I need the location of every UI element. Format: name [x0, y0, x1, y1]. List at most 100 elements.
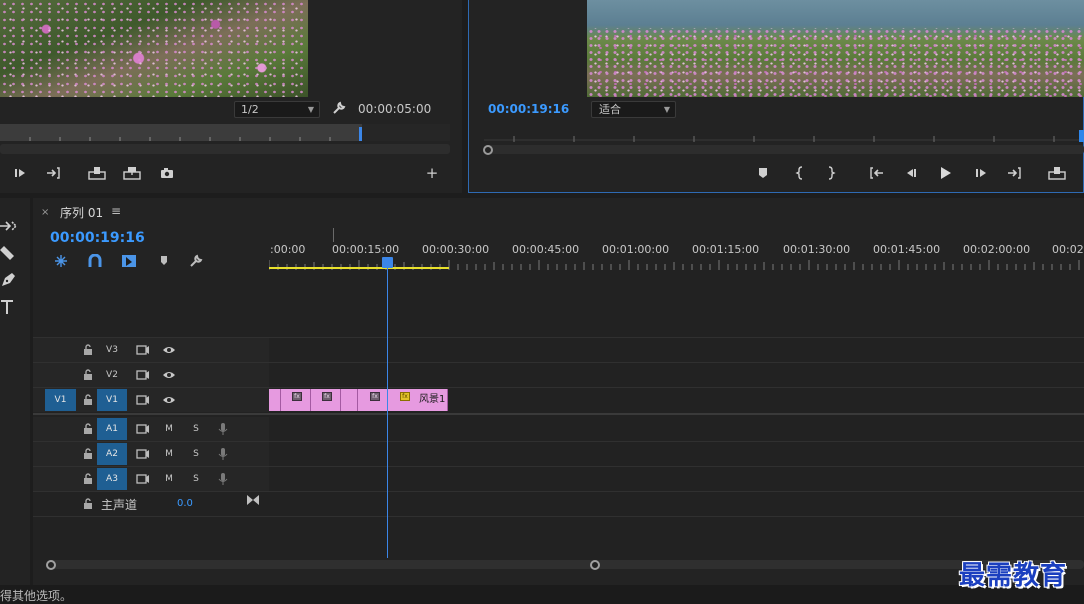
watermark-logo: 最需教育 [959, 561, 1068, 591]
ruler-label: 00:01:45:00 [873, 243, 941, 256]
step-forward-button[interactable] [12, 166, 28, 180]
step-forward-button[interactable] [973, 166, 989, 180]
panel-menu-icon[interactable]: ≡ [111, 204, 121, 218]
play-button[interactable] [937, 166, 953, 180]
lock-icon[interactable] [82, 473, 94, 485]
fx-badge-icon: fx [322, 392, 332, 401]
type-tool-icon[interactable] [0, 299, 20, 317]
go-to-edit-point-icon[interactable] [247, 495, 259, 505]
playhead-handle[interactable] [382, 257, 393, 268]
fx-badge-icon: fx [400, 392, 410, 401]
ruler-label: 00:01:00:00 [602, 243, 670, 256]
source-resolution-value: 1/2 [241, 103, 259, 116]
tab-sequence-01[interactable]: 序列 01 [60, 204, 103, 221]
solo-button[interactable]: S [190, 448, 202, 460]
insert-button[interactable] [88, 166, 106, 180]
solo-button[interactable]: S [190, 423, 202, 435]
playhead-line[interactable] [387, 266, 388, 558]
track-divider [33, 491, 1084, 492]
timeline-playhead-timecode[interactable]: 00:00:19:16 [50, 230, 145, 246]
track-name-a3[interactable]: A3 [97, 468, 127, 490]
track-name-a1[interactable]: A1 [97, 418, 127, 440]
add-marker-button[interactable] [755, 166, 771, 180]
program-playhead-marker[interactable] [1079, 130, 1084, 142]
eye-icon[interactable] [162, 369, 176, 381]
wrench-icon[interactable] [332, 101, 346, 115]
overwrite-button[interactable] [123, 166, 141, 180]
source-zoom-scrollbar[interactable] [0, 144, 450, 154]
master-volume-value[interactable]: 0.0 [177, 498, 193, 509]
track-header-v3[interactable] [33, 338, 269, 362]
ruler-label: :00:00 [270, 243, 306, 256]
program-video-frame [587, 0, 1084, 97]
scrollbar-right-handle[interactable] [590, 560, 600, 570]
snap-magnet-icon[interactable] [87, 254, 103, 268]
microphone-icon[interactable] [217, 423, 229, 435]
ruler-tick [333, 228, 334, 242]
pen-tool-icon[interactable] [0, 272, 20, 290]
lock-icon[interactable] [82, 448, 94, 460]
razor-tool-icon[interactable] [0, 246, 20, 264]
eye-icon[interactable] [162, 344, 176, 356]
program-fit-value: 适合 [599, 103, 621, 116]
program-fit-dropdown[interactable]: 适合 ▼ [591, 101, 676, 118]
track-name-a2[interactable]: A2 [97, 443, 127, 465]
source-duration-timecode: 00:00:05:00 [358, 102, 432, 116]
sync-lock-icon[interactable] [136, 344, 150, 356]
lift-button[interactable] [1048, 166, 1066, 180]
step-back-button[interactable] [903, 166, 919, 180]
ruler-label: 00:00:45:00 [512, 243, 580, 256]
lock-icon[interactable] [82, 369, 94, 381]
sync-lock-icon[interactable] [136, 473, 150, 485]
program-scrollbar-handle[interactable] [483, 145, 493, 155]
solo-button[interactable]: S [190, 473, 202, 485]
track-name-v2[interactable]: V2 [97, 364, 127, 386]
mark-in-button[interactable] [792, 166, 808, 180]
go-to-out-button[interactable] [46, 166, 62, 180]
source-patch-v1[interactable]: V1 [45, 389, 76, 411]
sync-lock-icon[interactable] [136, 394, 150, 406]
track-select-tool-icon[interactable] [0, 218, 20, 236]
go-to-in-button[interactable] [868, 166, 884, 180]
source-time-ruler[interactable] [0, 124, 362, 141]
track-name-v3[interactable]: V3 [97, 339, 127, 361]
linked-selection-icon[interactable] [121, 254, 137, 268]
work-area-bar[interactable] [269, 267, 449, 269]
program-time-ruler[interactable] [484, 128, 1084, 144]
sync-lock-icon[interactable] [136, 369, 150, 381]
program-playhead-timecode[interactable]: 00:00:19:16 [488, 102, 569, 116]
sync-lock-icon[interactable] [136, 448, 150, 460]
microphone-icon[interactable] [217, 473, 229, 485]
fx-badge-icon: fx [370, 392, 380, 401]
lock-icon[interactable] [82, 394, 94, 406]
timeline-horizontal-scrollbar[interactable] [46, 560, 1084, 569]
track-header-a3[interactable] [33, 467, 269, 491]
mute-button[interactable]: M [163, 448, 175, 460]
lock-icon[interactable] [82, 423, 94, 435]
source-resolution-dropdown[interactable]: 1/2 ▼ [234, 101, 320, 118]
track-name-v1[interactable]: V1 [97, 389, 127, 411]
track-header-a1[interactable] [33, 417, 269, 441]
program-zoom-scrollbar[interactable] [484, 145, 1084, 154]
lock-icon[interactable] [82, 344, 94, 356]
microphone-icon[interactable] [217, 448, 229, 460]
status-text: 得其他选项。 [0, 589, 73, 603]
mute-button[interactable]: M [163, 423, 175, 435]
scrollbar-left-handle[interactable] [46, 560, 56, 570]
tab-close-button[interactable]: × [41, 207, 49, 218]
mark-out-button[interactable] [823, 166, 839, 180]
video-clip[interactable] [341, 389, 358, 411]
track-header-v2[interactable] [33, 363, 269, 387]
camera-icon[interactable] [159, 166, 175, 180]
mute-button[interactable]: M [163, 473, 175, 485]
video-clip[interactable] [269, 389, 281, 411]
add-button[interactable]: + [425, 165, 439, 181]
sync-lock-icon[interactable] [136, 423, 150, 435]
add-marker-icon[interactable] [156, 254, 172, 268]
lock-icon[interactable] [82, 498, 94, 510]
go-to-out-button[interactable] [1007, 166, 1023, 180]
wrench-icon[interactable] [189, 254, 205, 268]
eye-icon[interactable] [162, 394, 176, 406]
track-header-a2[interactable] [33, 442, 269, 466]
insert-nest-icon[interactable] [53, 254, 69, 268]
